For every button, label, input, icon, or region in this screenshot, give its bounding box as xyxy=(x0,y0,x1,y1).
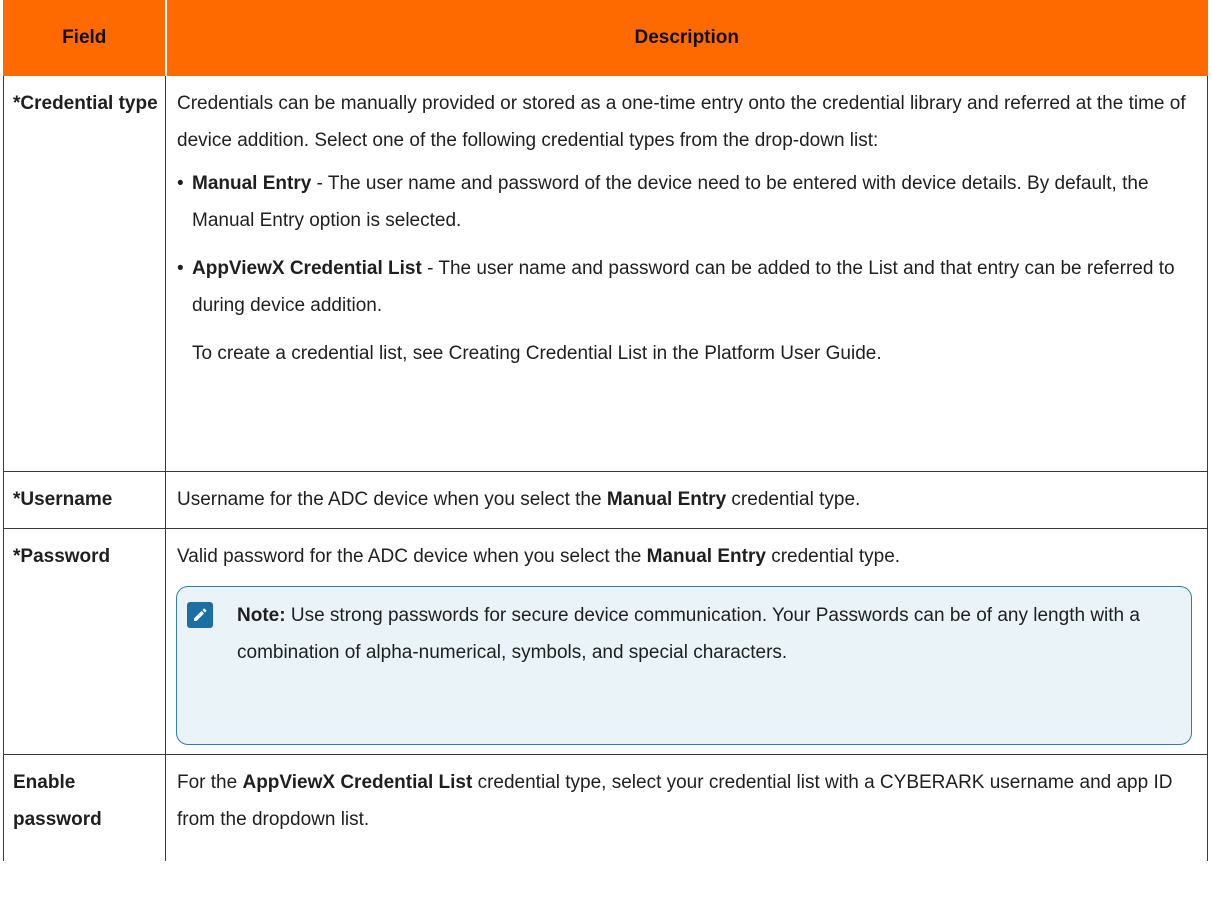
term-manual-entry: Manual Entry xyxy=(606,489,727,510)
term-appviewx-credential-list: AppViewX Credential List xyxy=(192,258,422,279)
note-text: Note: Use strong passwords for secure de… xyxy=(237,597,1151,671)
table-row-password: *Password Valid password for the ADC dev… xyxy=(3,528,1208,755)
field-password: *Password xyxy=(3,528,166,755)
username-text-after: credential type. xyxy=(726,489,861,510)
password-description: Valid password for the ADC device when y… xyxy=(177,538,1195,575)
field-description-table: Field Description *Credential type Crede… xyxy=(3,0,1208,861)
manual-entry-text: - The user name and password of the devi… xyxy=(192,173,1149,231)
password-text-before: Valid password for the ADC device when y… xyxy=(177,546,647,567)
description-enable-password: For the AppViewX Credential List credent… xyxy=(165,754,1208,861)
note-label: Note: xyxy=(237,605,286,626)
list-item-manual-entry: • Manual Entry - The user name and passwo… xyxy=(177,165,1195,239)
term-manual-entry: Manual Entry xyxy=(192,173,312,194)
password-text-after: credential type. xyxy=(765,546,901,567)
field-username: *Username xyxy=(3,471,166,529)
bullet-marker: • xyxy=(177,258,184,279)
enable-password-text-before: For the xyxy=(177,772,243,793)
field-credential-type: *Credential type xyxy=(3,76,166,472)
note-body: Use strong passwords for secure device c… xyxy=(237,605,1140,663)
note-pencil-icon xyxy=(187,602,213,628)
bullet-marker: • xyxy=(177,173,184,194)
term-manual-entry: Manual Entry xyxy=(646,546,766,567)
table-row-username: *Username Username for the ADC device wh… xyxy=(3,471,1208,529)
header-description: Description xyxy=(164,0,1208,76)
username-description: Username for the ADC device when you sel… xyxy=(177,481,1195,518)
field-enable-password: Enable password xyxy=(3,754,166,861)
description-credential-type: Credentials can be manually provided or … xyxy=(165,76,1208,472)
credential-type-intro: Credentials can be manually provided or … xyxy=(177,93,1186,151)
header-field: Field xyxy=(3,0,166,76)
term-appviewx-credential-list: AppViewX Credential List xyxy=(242,772,473,793)
enable-password-description: For the AppViewX Credential List credent… xyxy=(177,764,1195,838)
table-row-enable-password: Enable password For the AppViewX Credent… xyxy=(3,754,1208,861)
description-username: Username for the ADC device when you sel… xyxy=(165,471,1208,529)
list-item-credential-list: • AppViewX Credential List - The user nam… xyxy=(177,250,1195,324)
table-row-credential-type: *Credential type Credentials can be manu… xyxy=(3,76,1208,472)
description-password: Valid password for the ADC device when y… xyxy=(165,528,1208,755)
note-box: Note: Use strong passwords for secure de… xyxy=(176,586,1192,745)
credential-list-followup: To create a credential list, see Creatin… xyxy=(192,343,882,364)
username-text-before: Username for the ADC device when you sel… xyxy=(177,489,607,510)
table-header-row: Field Description xyxy=(3,0,1208,76)
